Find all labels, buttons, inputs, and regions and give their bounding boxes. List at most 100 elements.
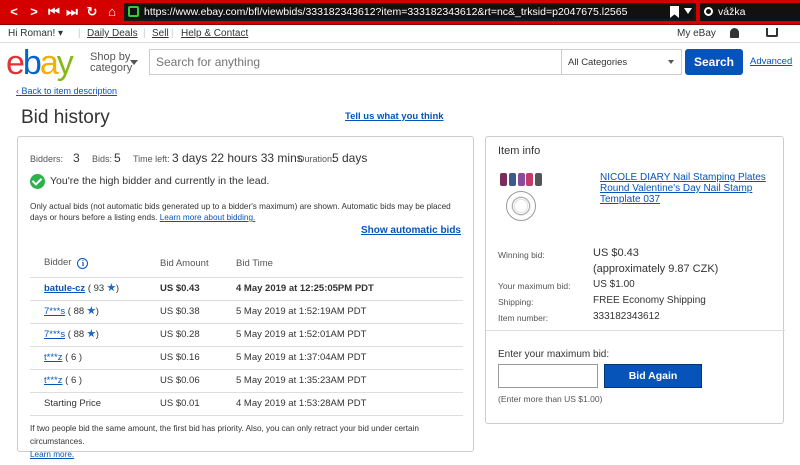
bids-count: 5 [114, 151, 121, 165]
winning-bid-value: US $0.43 [593, 247, 639, 259]
bid-time: 5 May 2019 at 1:37:04AM PDT [236, 346, 463, 370]
bid-time: 4 May 2019 at 12:25:05PM PDT [236, 277, 463, 301]
item-info-panel: Item info NICOLE DIARY Nail Stamping Pla… [485, 136, 785, 424]
forward-icon[interactable]: > [26, 4, 42, 20]
advanced-search-link[interactable]: Advanced [750, 56, 792, 67]
feedback-score[interactable]: ( 88 ) [68, 306, 99, 317]
feedback-score[interactable]: ( 6 ) [65, 375, 82, 386]
ebay-logo[interactable]: ebay [6, 44, 74, 82]
search-input[interactable] [149, 49, 562, 75]
my-ebay-link[interactable]: My eBay [677, 28, 716, 39]
learn-more-link[interactable]: Learn more. [30, 450, 74, 459]
rewind-icon[interactable]: ⏮ [46, 4, 62, 20]
bidders-label: Bidders: [30, 154, 64, 164]
max-bid-label: Your maximum bid: [498, 281, 571, 291]
help-contact-link[interactable]: Help & Contact [181, 28, 248, 39]
bid-time: 4 May 2019 at 1:53:28AM PDT [236, 392, 463, 416]
greeting-text: Hi Roman! [8, 28, 56, 39]
logo-letter: y [56, 44, 74, 82]
logo-letter: e [6, 44, 25, 82]
home-icon[interactable]: ⌂ [104, 4, 120, 20]
logo-letter: b [22, 44, 42, 82]
divider [486, 330, 785, 331]
item-number-value: 333182343612 [593, 311, 660, 322]
bidder-link[interactable]: t***z [44, 375, 62, 386]
bid-time: 5 May 2019 at 1:35:23AM PDT [236, 369, 463, 393]
top-nav: Hi Roman! ▾ | Daily Deals | Sell | Help … [0, 25, 800, 43]
back-to-item-link[interactable]: ‹ Back to item description [16, 86, 117, 96]
feedback-value: 6 [70, 375, 77, 386]
browser-toolbar: < > ⏮ ⏭ ↻ ⌂ https://www.ebay.com/bfl/vie… [0, 0, 800, 25]
bid-amount: US $0.28 [160, 323, 236, 347]
cart-icon[interactable] [766, 28, 778, 37]
show-automatic-bids-link[interactable]: Show automatic bids [361, 225, 461, 236]
feedback-score[interactable]: ( 93 ) [88, 283, 119, 294]
item-title-link[interactable]: NICOLE DIARY Nail Stamping Plates Round … [600, 172, 770, 205]
feedback-value: 88 [73, 329, 85, 340]
info-icon[interactable]: i [77, 258, 89, 270]
bid-time: 5 May 2019 at 1:52:01AM PDT [236, 323, 463, 347]
browser-search-input[interactable]: vážka [700, 3, 800, 21]
table-header: Bidder i Bid Amount Bid Time [30, 250, 463, 278]
shipping-label: Shipping: [498, 297, 534, 307]
item-info-title: Item info [498, 145, 541, 157]
search-button[interactable]: Search [685, 49, 743, 75]
star-icon [86, 329, 96, 338]
feedback-link[interactable]: Tell us what you think [345, 111, 444, 122]
max-bid-input[interactable] [498, 364, 598, 388]
automatic-bids-note: Only actual bids (not automatic bids gen… [30, 201, 470, 223]
greeting[interactable]: Hi Roman! ▾ [8, 28, 63, 39]
fast-forward-icon[interactable]: ⏭ [64, 4, 80, 20]
bidder-link[interactable]: 7***s [44, 329, 65, 340]
duration-label: Duration: [298, 154, 335, 164]
back-link-text: Back to item description [21, 86, 118, 96]
sell-link[interactable]: Sell [152, 28, 169, 39]
enter-max-bid-label: Enter your maximum bid: [498, 349, 610, 360]
max-bid-value: US $1.00 [593, 279, 635, 290]
item-number-label: Item number: [498, 313, 549, 323]
lock-icon [128, 6, 139, 17]
bid-amount: US $0.06 [160, 369, 236, 393]
feedback-score[interactable]: ( 88 ) [68, 329, 99, 340]
feedback-score[interactable]: ( 6 ) [65, 352, 82, 363]
back-icon[interactable]: < [6, 4, 22, 20]
table-row: t***z ( 6 ) US $0.16 5 May 2019 at 1:37:… [30, 346, 463, 370]
feedback-value: 6 [70, 352, 77, 363]
amount-header: Bid Amount [160, 250, 236, 278]
bidder-link[interactable]: 7***s [44, 306, 65, 317]
address-bar[interactable]: https://www.ebay.com/bfl/viewbids/333182… [124, 3, 696, 21]
separator: | [78, 28, 81, 39]
table-row: t***z ( 6 ) US $0.06 5 May 2019 at 1:35:… [30, 369, 463, 393]
bidders-count: 3 [73, 151, 80, 165]
table-row: 7***s ( 88 ) US $0.38 5 May 2019 at 1:52… [30, 300, 463, 324]
reload-icon[interactable]: ↻ [84, 4, 100, 20]
page-title: Bid history [21, 107, 110, 128]
item-thumbnail[interactable] [500, 173, 542, 221]
bid-amount: US $0.38 [160, 300, 236, 324]
daily-deals-link[interactable]: Daily Deals [87, 28, 138, 39]
checkmark-icon [30, 174, 45, 189]
min-bid-hint: (Enter more than US $1.00) [498, 394, 603, 404]
bidder-header: Bidder i [30, 250, 160, 278]
time-left-label: Time left: [133, 154, 170, 164]
bidder-header-label: Bidder [44, 257, 72, 269]
star-icon [86, 306, 96, 315]
feedback-value: 93 [93, 283, 105, 294]
product-bottles [500, 173, 542, 187]
bid-amount: US $0.43 [160, 277, 236, 301]
chevron-down-icon[interactable] [684, 8, 692, 14]
shipping-value: FREE Economy Shipping [593, 295, 706, 306]
learn-more-bidding-link[interactable]: Learn more about bidding. [160, 213, 256, 222]
bids-table: Bidder i Bid Amount Bid Time batule-cz ( … [30, 250, 463, 416]
chevron-down-icon [130, 60, 138, 65]
bid-time: 5 May 2019 at 1:52:19AM PDT [236, 300, 463, 324]
bell-icon[interactable] [730, 28, 739, 38]
table-row-starting-price: Starting Price US $0.01 4 May 2019 at 1:… [30, 392, 463, 416]
bidder-link[interactable]: batule-cz [44, 283, 85, 294]
bidder-link[interactable]: t***z [44, 352, 62, 363]
separator: | [143, 28, 146, 39]
winning-bid-label: Winning bid: [498, 250, 545, 260]
starting-price-label: Starting Price [30, 392, 160, 416]
bid-again-button[interactable]: Bid Again [604, 364, 702, 388]
category-select[interactable]: All Categories [562, 49, 682, 75]
